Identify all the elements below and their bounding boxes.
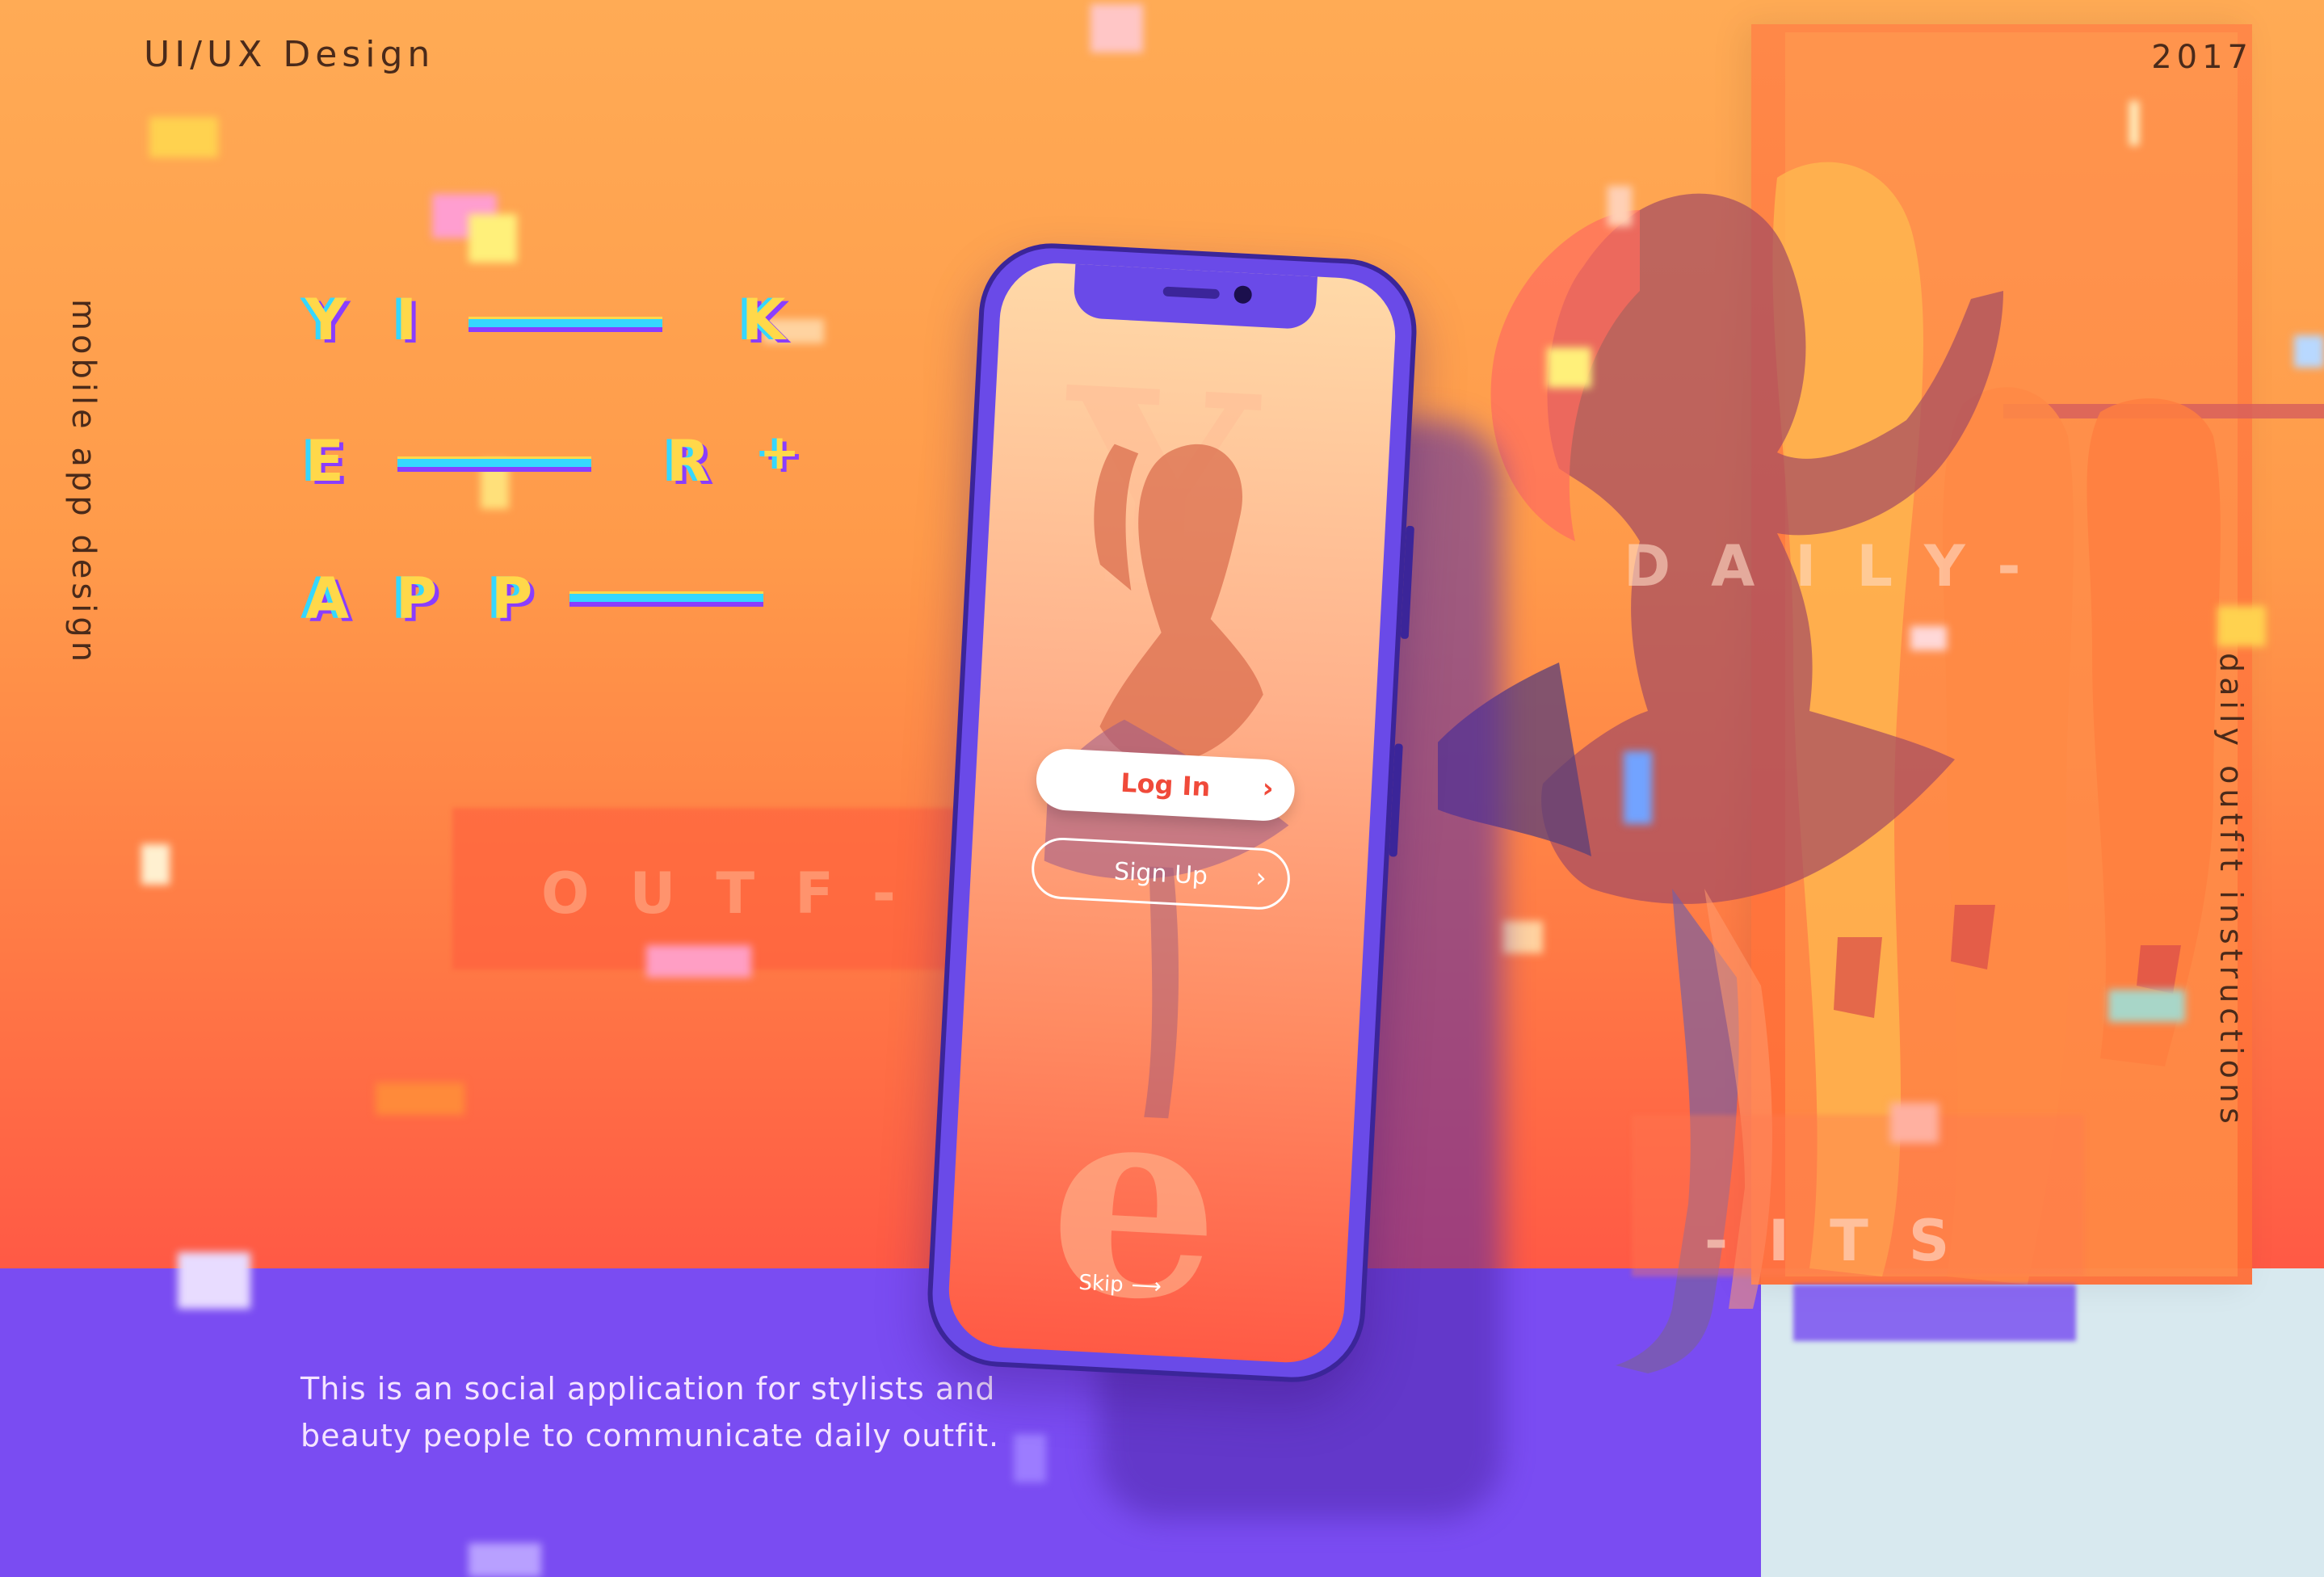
logo-letter: K [742,287,786,353]
logo-letter: + [759,424,801,481]
glitch-pixel [178,1252,250,1309]
glitch-pixel [1890,1103,1939,1143]
description-line-1: This is an social application for stylis… [300,1371,996,1407]
logo-line [397,459,591,467]
logo-line [469,319,662,327]
phone-mockup: Y e Log In › Sign Up › Skip ⟶ [923,239,1421,1386]
glitch-pixel [2108,990,2185,1022]
glitch-pixel [1502,921,1543,953]
logo-letter: E [305,428,344,494]
app-description: This is an social application for stylis… [300,1365,1028,1459]
arrow-right-icon: ⟶ [1130,1273,1162,1300]
skip-link[interactable]: Skip ⟶ [1078,1271,1162,1299]
glitch-pixel [1624,751,1652,824]
glitch-pixel [2294,335,2324,368]
skip-label: Skip [1078,1270,1124,1297]
purple-bar [1793,1285,2076,1341]
chevron-right-icon: › [1261,772,1275,805]
glitch-pixel [2217,606,2266,646]
phone-screen: Y e Log In › Sign Up › Skip ⟶ [946,260,1398,1365]
glitch-pixel [1607,186,1632,226]
logo-letter: R [666,428,710,494]
speaker-grille [1162,286,1220,300]
glitch-pixel [1910,626,1947,650]
glitch-pixel [1091,4,1143,53]
glitch-pixel [469,214,517,263]
glitch-pixel [646,945,751,978]
logo-letter: P [396,566,438,632]
camera-icon [1233,285,1253,305]
phone-notch [1072,262,1318,330]
logo-letter: Y [305,287,347,353]
glitch-pixel [376,1083,464,1115]
design-label: UI/UX Design [144,34,435,75]
glitch-pixel [149,117,218,158]
poster-canvas: OUTF- DAILY- -ITS UI/UX Design 2017 mobi… [0,0,2324,1577]
glitch-pixel [1547,347,1591,388]
logo-letter: P [491,566,533,632]
outf-word: OUTF- [541,860,936,927]
vertical-label-right: daily outfit instructions [2213,653,2249,1129]
logo-line [569,594,763,602]
signup-label: Sign Up [1113,856,1208,890]
glitch-pixel [469,1543,541,1577]
chevron-right-icon: › [1254,861,1267,895]
glitch-pixel [141,844,170,885]
login-label: Log In [1120,767,1212,803]
logo-letter: A [305,566,350,632]
daily-word: DAILY- [1624,533,2061,599]
description-line-2: beauty people to communicate daily outfi… [300,1418,1000,1453]
year-label: 2017 [2151,39,2253,76]
its-word: -ITS [1704,1208,1990,1274]
glitch-pixel [2129,101,2139,145]
vertical-label-left: mobile app design [65,299,102,667]
glitch-pixel [481,460,509,509]
logo-letter: I [396,287,418,353]
